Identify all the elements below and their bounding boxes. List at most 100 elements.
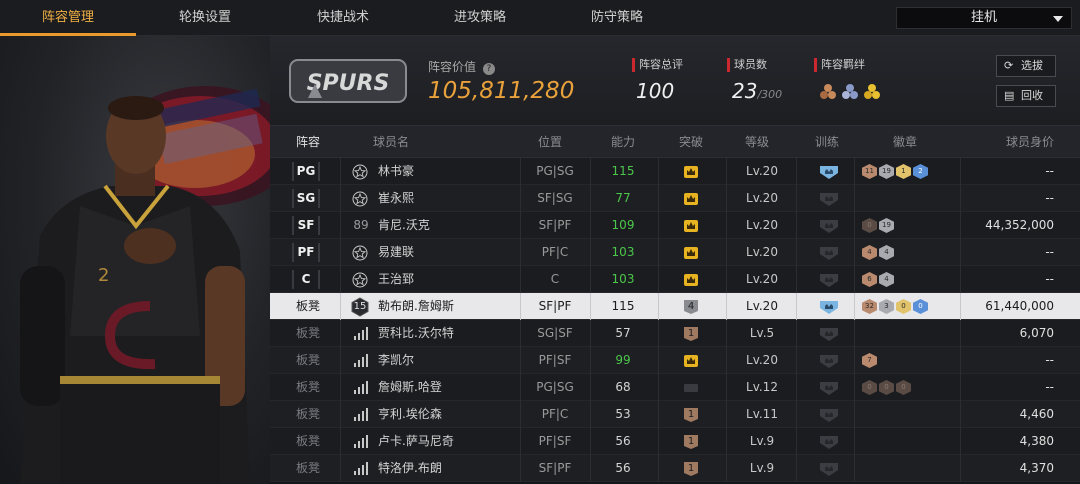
table-row[interactable]: 板凳 贾科比.沃尔特 SG|SF 57 1 Lv.5 6,070 (270, 320, 1080, 347)
player-ability: 115 (611, 299, 635, 313)
column-divider (854, 374, 855, 401)
bench-label: 板凳 (295, 326, 320, 340)
col-player-value[interactable]: 球员身价 (995, 126, 1065, 158)
tab-defense-strategy[interactable]: 防守策略 (548, 0, 686, 36)
tab-offense-strategy[interactable]: 进攻策略 (412, 0, 548, 36)
training-icon[interactable] (819, 461, 839, 477)
tab-lineup-management[interactable]: 阵容管理 (0, 0, 136, 36)
badge-list[interactable]: 64 (862, 272, 894, 288)
badge-list[interactable]: 000 (862, 380, 911, 396)
col-badges[interactable]: 徽章 (880, 126, 930, 158)
player-name[interactable]: 李凯尔 (378, 347, 414, 374)
player-level: Lv.20 (746, 245, 778, 259)
player-name[interactable]: 卢卡.萨马尼奇 (378, 428, 454, 455)
training-icon[interactable] (819, 164, 839, 180)
column-divider (520, 239, 521, 266)
player-level: Lv.20 (746, 272, 778, 286)
column-divider (726, 266, 727, 293)
player-name[interactable]: 詹姆斯.哈登 (378, 374, 442, 401)
table-row[interactable]: 板凳 卢卡.萨马尼奇 PF|SF 56 1 Lv.9 4,380 (270, 428, 1080, 455)
bench-label: 板凳 (295, 407, 320, 421)
player-value: 4,380 (1019, 434, 1054, 448)
training-icon[interactable] (819, 353, 839, 369)
column-divider (590, 212, 591, 239)
training-icon[interactable] (819, 272, 839, 288)
player-ability: 103 (611, 272, 635, 286)
column-divider (590, 374, 591, 401)
column-divider (960, 401, 961, 428)
refresh-icon: ⟳ (1004, 59, 1014, 72)
player-name[interactable]: 林书豪 (378, 158, 414, 185)
badge-list[interactable]: 44 (862, 245, 894, 261)
position-slot-badge: PG (292, 162, 320, 181)
breakthrough-empty-icon[interactable] (683, 380, 699, 396)
player-name[interactable]: 王治郅 (378, 266, 414, 293)
column-divider (726, 455, 727, 482)
tab-rotation-settings[interactable]: 轮换设置 (136, 0, 274, 36)
column-divider (726, 401, 727, 428)
badge-hex-icon: 4 (879, 245, 894, 260)
column-divider (726, 320, 727, 347)
player-name[interactable]: 肯尼.沃克 (378, 212, 430, 239)
column-divider (658, 185, 659, 212)
player-level: Lv.9 (749, 434, 775, 448)
player-name[interactable]: 特洛伊.布朗 (378, 455, 442, 482)
table-row[interactable]: 板凳 詹姆斯.哈登 PG|SG 68 Lv.12 0 0 0 -- (270, 374, 1080, 401)
col-training[interactable]: 训练 (802, 126, 852, 158)
training-icon[interactable] (819, 299, 839, 315)
player-name[interactable]: 亨利.埃伦森 (378, 401, 442, 428)
rank-bars-icon (354, 435, 368, 448)
player-name[interactable]: 易建联 (378, 239, 414, 266)
table-row[interactable]: SG 崔永熙 SF|SG 77 Lv.20 -- (270, 185, 1080, 212)
training-icon[interactable] (819, 218, 839, 234)
badge-list[interactable]: 0 19 (862, 218, 894, 234)
breakthrough-crown-icon[interactable] (683, 353, 699, 369)
col-ability[interactable]: 能力 (598, 126, 648, 158)
breakthrough-crown-icon[interactable] (683, 164, 699, 180)
column-divider (590, 185, 591, 212)
player-position: SF|PF (538, 461, 572, 475)
recycle-button[interactable]: ▤ 回收 (996, 85, 1056, 107)
bench-label: 板凳 (295, 353, 320, 367)
position-slot-badge: C (292, 270, 320, 289)
table-row[interactable]: PG 林书豪 PG|SG 115 Lv.20 11 19 1 2 -- (270, 158, 1080, 185)
breakthrough-level: 4 (687, 301, 695, 312)
table-row[interactable]: SF 89 肯尼.沃克 SF|PF 109 Lv.20 0 19 44,352,000 (270, 212, 1080, 239)
player-name[interactable]: 勒布朗.詹姆斯 (378, 293, 454, 320)
training-icon[interactable] (819, 245, 839, 261)
col-lineup[interactable]: 阵容 (280, 126, 336, 158)
table-row[interactable]: PF 易建联 PF|C 103 Lv.20 4 4 -- (270, 239, 1080, 266)
training-icon[interactable] (819, 407, 839, 423)
breakthrough-crown-icon[interactable] (683, 218, 699, 234)
col-level[interactable]: 等级 (732, 126, 782, 158)
table-row[interactable]: 板凳 亨利.埃伦森 PF|C 53 1 Lv.11 4,460 (270, 401, 1080, 428)
breakthrough-crown-icon[interactable] (683, 272, 699, 288)
column-divider (796, 455, 797, 482)
training-icon[interactable] (819, 434, 839, 450)
column-divider (796, 347, 797, 374)
badge-list[interactable]: 11 19 1 2 (862, 164, 928, 180)
badge-list[interactable]: 32 3 0 0 (862, 299, 928, 315)
table-row[interactable]: 板凳 李凯尔 PF|SF 99 Lv.20 7 -- (270, 347, 1080, 374)
table-row[interactable]: C 王治郅 C 103 Lv.20 6 4 -- (270, 266, 1080, 293)
breakthrough-crown-icon[interactable] (683, 245, 699, 261)
player-name[interactable]: 崔永熙 (378, 185, 414, 212)
table-row[interactable]: 板凳 15 勒布朗.詹姆斯 SF|PF 115 4 Lv.20 32 3 0 0 61,440,000 (270, 293, 1080, 320)
pick-button[interactable]: ⟳ 选拔 (996, 55, 1056, 77)
col-breakthrough[interactable]: 突破 (666, 126, 716, 158)
table-row[interactable]: 板凳 特洛伊.布朗 SF|PF 56 1 Lv.9 4,370 (270, 455, 1080, 482)
lineup-bonds[interactable] (818, 82, 888, 105)
training-icon[interactable] (819, 380, 839, 396)
help-icon[interactable]: ? (482, 63, 495, 75)
col-player-name[interactable]: 球员名 (346, 126, 436, 158)
breakthrough-crown-icon[interactable] (683, 191, 699, 207)
col-position[interactable]: 位置 (525, 126, 575, 158)
training-icon[interactable] (819, 326, 839, 342)
training-icon[interactable] (819, 191, 839, 207)
badge-list[interactable]: 7 (862, 353, 877, 369)
mode-select[interactable]: 挂机 (896, 7, 1072, 29)
player-name[interactable]: 贾科比.沃尔特 (378, 320, 454, 347)
player-value: -- (1045, 245, 1054, 259)
badge-hex-icon: 0 (879, 380, 894, 395)
tab-quick-tactics[interactable]: 快捷战术 (274, 0, 412, 36)
